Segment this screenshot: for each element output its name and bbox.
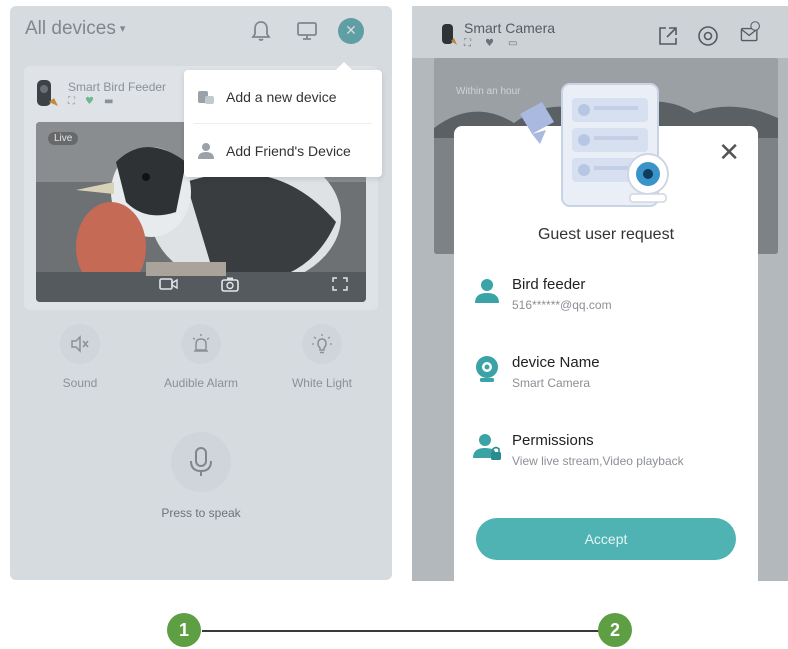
- info-row-user: Bird feeder 516******@qq.com: [472, 274, 742, 340]
- white-light-label: White Light: [291, 376, 353, 390]
- close-icon: ✕: [718, 138, 740, 168]
- device-filter-dropdown[interactable]: All devices ▾: [25, 18, 125, 40]
- wifi-icon: ♥: [85, 96, 94, 107]
- device-status: ⛶ ♥ ▭: [464, 38, 517, 49]
- permission-icon: [473, 434, 501, 460]
- chevron-down-icon: ▾: [119, 23, 126, 36]
- phone-camera-illustration: [520, 83, 669, 207]
- step-connector: [202, 630, 600, 632]
- live-badge: Live: [48, 132, 79, 145]
- sound-control[interactable]: Sound: [30, 324, 130, 390]
- accept-button[interactable]: Accept: [476, 518, 736, 560]
- permissions-value: View live stream,Video playback: [512, 454, 684, 468]
- step-marker-2: 2: [598, 613, 632, 647]
- wifi-icon: ♥: [485, 38, 494, 49]
- camera-icon: [476, 356, 498, 382]
- audible-alarm-label: Audible Alarm: [163, 376, 239, 390]
- record-icon[interactable]: [158, 276, 178, 292]
- close-menu-button[interactable]: ✕: [338, 18, 364, 44]
- microphone-icon: [190, 447, 212, 476]
- battery-icon: ▭: [507, 38, 518, 49]
- header: Smart Camera ⛶ ♥ ▭: [412, 6, 788, 58]
- close-dialog-button[interactable]: ✕: [718, 140, 740, 166]
- screen-guest-request: Smart Camera ⛶ ♥ ▭ Within an hour ✕ Gues…: [412, 6, 788, 581]
- friend-icon: [198, 142, 214, 159]
- mute-icon: [71, 335, 89, 353]
- permissions-heading: Permissions: [512, 432, 594, 449]
- device-name-heading: device Name: [512, 354, 600, 371]
- requester-name: Bird feeder: [512, 276, 586, 293]
- device-status: ⛶ ♥ ▬: [68, 96, 113, 107]
- press-to-speak-button[interactable]: Press to speak: [151, 432, 251, 520]
- light-bulb-icon: [312, 334, 332, 354]
- white-light-control[interactable]: White Light: [272, 324, 372, 390]
- messages-icon[interactable]: [738, 20, 762, 44]
- user-icon: [475, 279, 499, 303]
- snapshot-icon[interactable]: [220, 276, 240, 292]
- layout-icon[interactable]: [294, 18, 320, 44]
- bell-icon[interactable]: [248, 18, 274, 44]
- fullscreen-icon[interactable]: [330, 276, 350, 292]
- dialog-title: Guest user request: [537, 226, 675, 243]
- menu-item-add-friends-device[interactable]: Add Friend's Device: [184, 124, 382, 177]
- control-row: Sound Audible Alarm White Light: [10, 324, 392, 394]
- close-icon: ✕: [345, 23, 357, 39]
- battery-icon: ▬: [103, 96, 114, 107]
- menu-item-label: Add a new device: [226, 88, 337, 105]
- press-to-speak-label: Press to speak: [161, 506, 241, 520]
- page-title: All devices: [25, 18, 116, 39]
- info-row-permissions: Permissions View live stream,Video playb…: [472, 430, 742, 496]
- menu-item-add-new-device[interactable]: Add a new device: [184, 70, 382, 123]
- alarm-icon: [192, 334, 210, 352]
- share-icon[interactable]: [656, 24, 680, 48]
- device-title: Smart Camera: [464, 20, 556, 36]
- motion-icon: ⛶: [464, 38, 471, 49]
- device-name: Smart Bird Feeder: [68, 80, 167, 94]
- motion-icon: ⛶: [68, 96, 75, 107]
- device-name-value: Smart Camera: [512, 376, 591, 390]
- menu-item-label: Add Friend's Device: [226, 142, 351, 159]
- bird-feeder-thumbnail: [37, 80, 58, 106]
- add-device-icon: [198, 90, 214, 104]
- header: All devices ▾ ✕: [10, 6, 392, 52]
- audible-alarm-control[interactable]: Audible Alarm: [151, 324, 251, 390]
- info-row-device: device Name Smart Camera: [472, 352, 742, 418]
- video-overlay-text: Within an hour: [456, 86, 521, 97]
- settings-icon[interactable]: [696, 24, 720, 48]
- add-device-menu: Add a new device Add Friend's Device: [184, 62, 382, 177]
- step-marker-1: 1: [167, 613, 201, 647]
- requester-email: 516******@qq.com: [512, 298, 612, 312]
- sound-label: Sound: [62, 376, 98, 390]
- camera-device-thumbnail: [442, 24, 457, 45]
